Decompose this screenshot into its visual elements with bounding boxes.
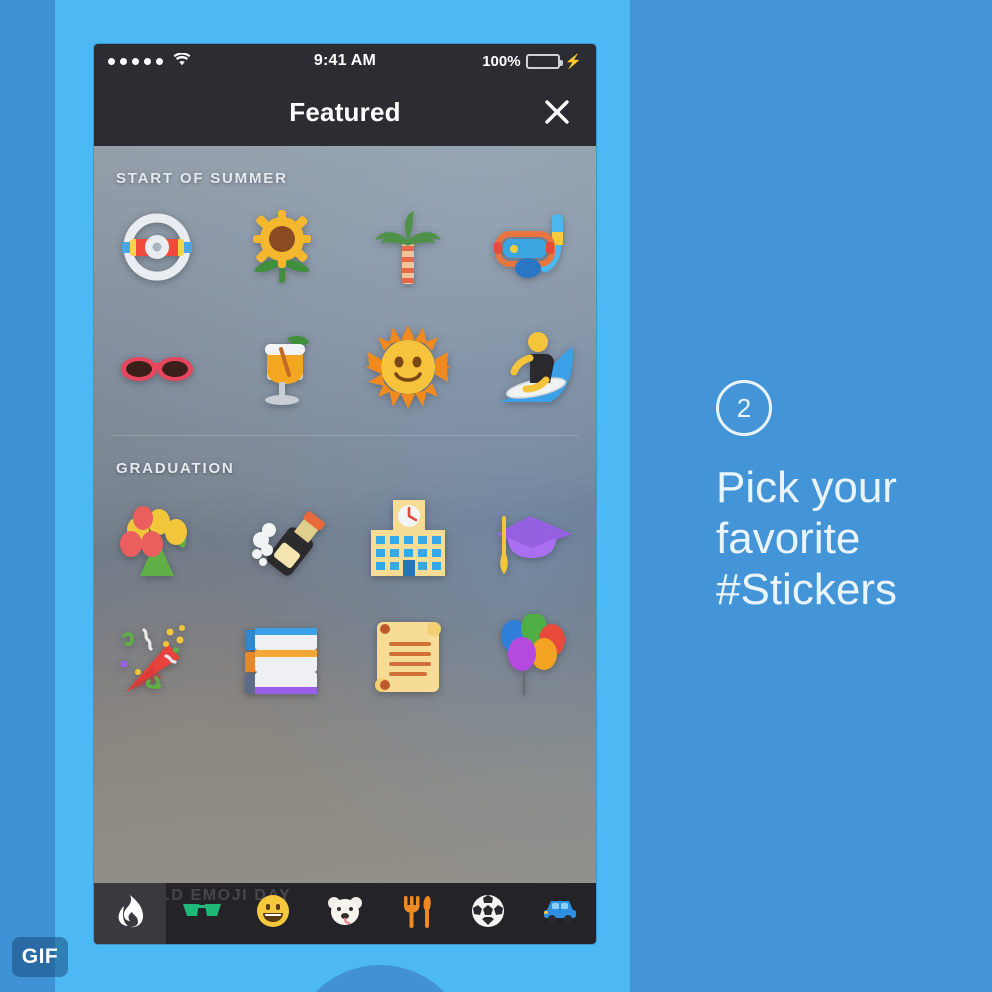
section-title: GRADUATION bbox=[116, 460, 235, 477]
tab-animals[interactable] bbox=[309, 883, 381, 944]
tab-travel[interactable] bbox=[524, 883, 596, 944]
step-caption-line-1: Pick your bbox=[716, 463, 897, 512]
close-x-icon[interactable] bbox=[540, 95, 574, 129]
school-building-sticker[interactable] bbox=[345, 477, 471, 597]
life-ring-sticker[interactable] bbox=[94, 187, 220, 307]
sticker-scroll-area[interactable]: START OF SUMMER GRADUATION bbox=[94, 146, 596, 883]
graduation-cap-sticker[interactable] bbox=[471, 477, 597, 597]
section-title: START OF SUMMER bbox=[116, 170, 288, 187]
battery-status: 100% ⚡ bbox=[482, 53, 582, 70]
signal-dot bbox=[120, 57, 127, 65]
fork-knife-icon bbox=[402, 894, 432, 933]
tab-featured[interactable] bbox=[94, 883, 166, 944]
sun-with-face-sticker[interactable] bbox=[345, 307, 471, 427]
flame-icon bbox=[115, 894, 145, 933]
signal-dot bbox=[144, 57, 151, 65]
phone-screen: 9:41 AM 100% ⚡ Featured START OF SUMMER bbox=[94, 44, 596, 944]
step-caption: Pick your favorite #Stickers bbox=[716, 462, 976, 615]
signal-strength-indicator bbox=[108, 51, 191, 70]
nav-bar: Featured bbox=[94, 78, 596, 146]
battery-icon bbox=[525, 53, 563, 69]
signal-dot bbox=[132, 57, 139, 65]
scroll-sticker[interactable] bbox=[345, 597, 471, 717]
lightning-bolt-icon: ⚡ bbox=[564, 52, 582, 69]
step-panel: 2 Pick your favorite #Stickers bbox=[716, 380, 976, 615]
signal-dot bbox=[108, 57, 115, 65]
step-caption-line-3: #Stickers bbox=[716, 565, 897, 615]
gif-badge: GIF bbox=[12, 937, 68, 977]
tropical-drink-sticker[interactable] bbox=[220, 307, 346, 427]
smiley-icon bbox=[256, 894, 290, 933]
status-bar: 9:41 AM 100% ⚡ bbox=[94, 44, 596, 78]
tab-smileys[interactable] bbox=[237, 883, 309, 944]
sticker-grid bbox=[94, 187, 596, 427]
snorkel-mask-sticker[interactable] bbox=[471, 187, 597, 307]
sunglasses-sticker[interactable] bbox=[94, 307, 220, 427]
tab-sports[interactable] bbox=[453, 883, 525, 944]
step-caption-line-2: favorite bbox=[716, 514, 861, 564]
tab-bar: WORLD EMOJI DAY bbox=[94, 883, 596, 944]
background-left-band bbox=[0, 0, 55, 992]
step-number-badge: 2 bbox=[716, 380, 772, 436]
sunflower-sticker[interactable] bbox=[220, 187, 346, 307]
party-popper-sticker[interactable] bbox=[94, 597, 220, 717]
tab-food[interactable] bbox=[381, 883, 453, 944]
sunglasses-icon bbox=[182, 901, 222, 926]
car-icon bbox=[543, 898, 577, 929]
palm-tree-sticker[interactable] bbox=[345, 187, 471, 307]
balloons-sticker[interactable] bbox=[471, 597, 597, 717]
page-title: Featured bbox=[289, 96, 401, 127]
champagne-pop-sticker[interactable] bbox=[220, 477, 346, 597]
sticker-section-summer: START OF SUMMER bbox=[94, 146, 596, 427]
signal-dot bbox=[156, 57, 163, 65]
tab-sunglasses[interactable] bbox=[166, 883, 238, 944]
sticker-section-graduation: GRADUATION bbox=[94, 436, 596, 717]
bouquet-sticker[interactable] bbox=[94, 477, 220, 597]
bear-icon bbox=[328, 895, 363, 932]
wifi-icon bbox=[173, 51, 191, 70]
books-sticker[interactable] bbox=[220, 597, 346, 717]
soccer-ball-icon bbox=[471, 894, 505, 933]
sticker-grid bbox=[94, 477, 596, 717]
surfer-sticker[interactable] bbox=[471, 307, 597, 427]
battery-percent-label: 100% bbox=[482, 52, 521, 70]
